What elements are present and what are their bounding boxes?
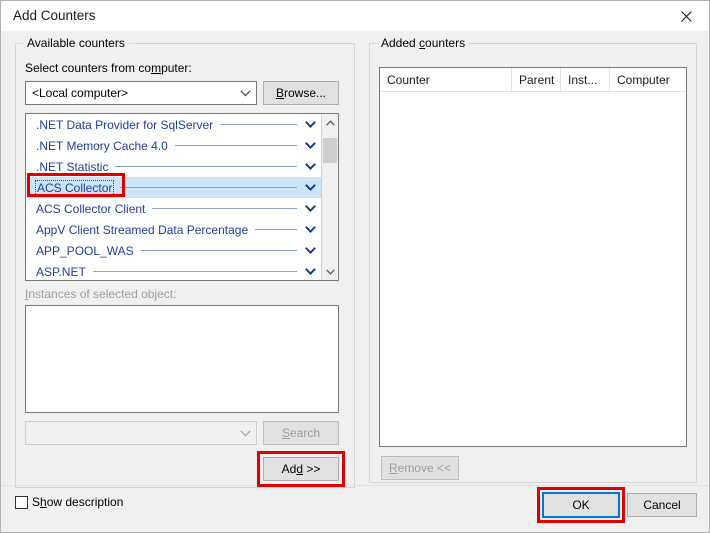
chevron-down-icon[interactable] <box>303 205 317 212</box>
computer-combobox-value: <Local computer> <box>32 86 129 100</box>
remove-button[interactable]: Remove << <box>381 456 459 480</box>
counter-list-item-label: ACS Collector <box>35 179 115 196</box>
scroll-down-icon[interactable] <box>322 263 338 280</box>
close-icon <box>680 10 692 22</box>
counter-list-item[interactable]: .NET Statistic <box>26 156 321 177</box>
chevron-down-icon[interactable] <box>303 226 317 233</box>
leader-line <box>140 250 297 251</box>
chevron-down-icon[interactable] <box>303 121 317 128</box>
cancel-button[interactable]: Cancel <box>627 493 697 517</box>
show-description-label: Show description <box>32 495 124 509</box>
instances-listbox[interactable] <box>25 305 339 413</box>
added-counters-table-header: Counter Parent Inst... Computer <box>380 68 686 92</box>
counter-list-item[interactable]: .NET Memory Cache 4.0 <box>26 135 321 156</box>
select-counters-label: Select counters from computer: <box>25 61 192 75</box>
show-description-checkbox[interactable]: Show description <box>15 495 123 509</box>
counter-list-item[interactable]: .NET Data Provider for SqlServer <box>26 114 321 135</box>
column-header[interactable]: Counter <box>380 68 512 91</box>
counter-list-item-label: .NET Data Provider for SqlServer <box>36 117 214 132</box>
add-counters-dialog: Add Counters Available counters Select c… <box>0 0 710 533</box>
window-title: Add Counters <box>13 8 96 23</box>
add-button[interactable]: Add >> <box>263 457 339 481</box>
counter-list-item[interactable]: ASP.NET <box>26 261 321 280</box>
chevron-down-icon[interactable] <box>303 163 317 170</box>
added-counters-legend: Added counters <box>377 37 470 49</box>
counter-list-item-label: .NET Memory Cache 4.0 <box>36 138 168 153</box>
leader-line <box>255 229 297 230</box>
computer-combobox[interactable]: <Local computer> <box>25 81 257 105</box>
available-counters-list: .NET Data Provider for SqlServer .NET Mem… <box>26 114 321 280</box>
counters-scrollbar[interactable] <box>321 114 338 280</box>
counter-list-item-label: ASP.NET <box>36 264 86 279</box>
leader-line <box>220 124 297 125</box>
chevron-down-icon[interactable] <box>303 184 317 191</box>
search-button[interactable]: Search <box>263 421 339 445</box>
browse-button[interactable]: Browse... <box>263 81 339 105</box>
checkbox-box <box>15 495 28 509</box>
column-header[interactable]: Inst... <box>561 68 610 91</box>
leader-line <box>174 145 297 146</box>
counter-list-item[interactable]: ACS Collector <box>26 177 321 198</box>
cancel-button-label: Cancel <box>643 498 681 512</box>
leader-line <box>115 166 297 167</box>
chevron-down-icon[interactable] <box>234 422 256 444</box>
counter-list-item[interactable]: AppV Client Streamed Data Percentage <box>26 219 321 240</box>
counter-list-item-label: ACS Collector Client <box>36 201 146 216</box>
counter-list-item-label: AppV Client Streamed Data Percentage <box>36 222 249 237</box>
chevron-down-icon[interactable] <box>303 247 317 254</box>
counter-list-item-label: APP_POOL_WAS <box>36 243 134 258</box>
counter-list-item[interactable]: ACS Collector Client <box>26 198 321 219</box>
leader-line <box>120 187 297 188</box>
available-counters-legend: Available counters <box>23 37 129 49</box>
chevron-down-icon[interactable] <box>303 268 317 275</box>
scrollbar-thumb[interactable] <box>323 138 337 163</box>
close-button[interactable] <box>663 1 709 31</box>
counter-list-item[interactable]: APP_POOL_WAS <box>26 240 321 261</box>
column-header[interactable]: Computer <box>610 68 686 91</box>
column-header[interactable]: Parent <box>512 68 561 91</box>
chevron-down-icon[interactable] <box>234 82 256 104</box>
instances-label: Instances of selected object: <box>25 287 177 301</box>
ok-button-label: OK <box>572 498 590 512</box>
available-counters-listbox[interactable]: .NET Data Provider for SqlServer .NET Mem… <box>25 113 339 281</box>
search-combobox[interactable] <box>25 421 257 445</box>
added-counters-table[interactable]: Counter Parent Inst... Computer <box>379 67 687 447</box>
leader-line <box>92 271 297 272</box>
counter-list-item-label: .NET Statistic <box>36 159 109 174</box>
scroll-up-icon[interactable] <box>322 114 338 131</box>
title-bar: Add Counters <box>1 1 709 32</box>
footer-separator <box>1 485 709 486</box>
chevron-down-icon[interactable] <box>303 142 317 149</box>
ok-button[interactable]: OK <box>542 492 620 518</box>
leader-line <box>152 208 297 209</box>
